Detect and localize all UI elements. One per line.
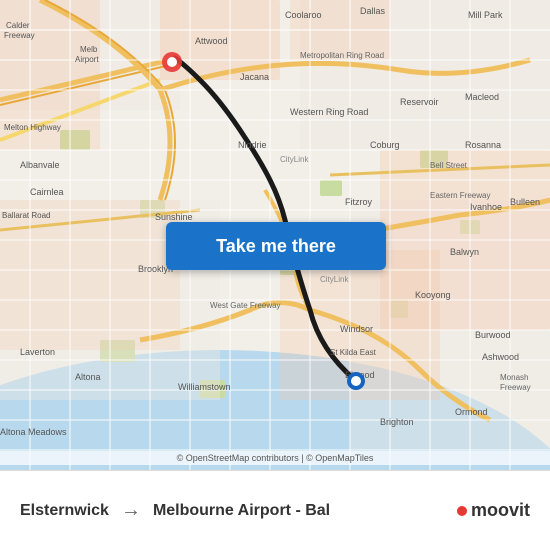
moovit-name: moovit bbox=[471, 500, 530, 521]
svg-text:West Gate Freeway: West Gate Freeway bbox=[210, 301, 281, 310]
svg-text:Jacana: Jacana bbox=[240, 72, 269, 82]
svg-text:Coburg: Coburg bbox=[370, 140, 400, 150]
route-arrow-icon: → bbox=[121, 499, 141, 522]
svg-text:Metropolitan Ring Road: Metropolitan Ring Road bbox=[300, 51, 384, 60]
svg-text:Western Ring Road: Western Ring Road bbox=[290, 107, 368, 117]
svg-text:Dallas: Dallas bbox=[360, 6, 386, 16]
svg-text:Monash: Monash bbox=[500, 373, 528, 382]
map-attribution: © OpenStreetMap contributors | © OpenMap… bbox=[0, 451, 550, 465]
svg-text:Bulleen: Bulleen bbox=[510, 197, 540, 207]
svg-text:Macleod: Macleod bbox=[465, 92, 499, 102]
moovit-dot-icon bbox=[457, 506, 467, 516]
svg-text:Sunshine: Sunshine bbox=[155, 212, 193, 222]
svg-text:Windsor: Windsor bbox=[340, 324, 373, 334]
map-area: Coolaroo Dallas Mill Park Attwood Metrop… bbox=[0, 0, 550, 470]
svg-text:Williamstown: Williamstown bbox=[178, 382, 231, 392]
svg-text:Freeway: Freeway bbox=[4, 31, 35, 40]
svg-text:Cairnlea: Cairnlea bbox=[30, 187, 64, 197]
svg-text:CityLink: CityLink bbox=[320, 275, 349, 284]
svg-text:Balwyn: Balwyn bbox=[450, 247, 479, 257]
svg-text:Niddrie: Niddrie bbox=[238, 140, 267, 150]
svg-text:Eastern Freeway: Eastern Freeway bbox=[430, 191, 490, 200]
svg-text:Melb: Melb bbox=[80, 45, 98, 54]
svg-text:Kooyong: Kooyong bbox=[415, 290, 451, 300]
app-container: Coolaroo Dallas Mill Park Attwood Metrop… bbox=[0, 0, 550, 550]
svg-text:Reservoir: Reservoir bbox=[400, 97, 439, 107]
svg-text:Mill Park: Mill Park bbox=[468, 10, 503, 20]
svg-text:St Kilda East: St Kilda East bbox=[330, 348, 377, 357]
svg-text:Albanvale: Albanvale bbox=[20, 160, 60, 170]
route-to: Melbourne Airport - Bal bbox=[153, 502, 330, 520]
take-me-there-button[interactable]: Take me there bbox=[166, 222, 386, 270]
svg-text:Ivanhoe: Ivanhoe bbox=[470, 202, 502, 212]
svg-text:Ormond: Ormond bbox=[455, 407, 488, 417]
svg-text:Rosanna: Rosanna bbox=[465, 140, 501, 150]
moovit-branding: moovit bbox=[457, 500, 530, 521]
svg-text:Bell Street: Bell Street bbox=[430, 161, 468, 170]
svg-text:Burwood: Burwood bbox=[475, 330, 511, 340]
svg-text:Coolaroo: Coolaroo bbox=[285, 10, 322, 20]
route-from: Elsternwick bbox=[20, 502, 109, 520]
svg-text:Ashwood: Ashwood bbox=[482, 352, 519, 362]
svg-text:Brighton: Brighton bbox=[380, 417, 414, 427]
svg-text:Freeway: Freeway bbox=[500, 383, 531, 392]
bottom-bar: Elsternwick → Melbourne Airport - Bal mo… bbox=[0, 470, 550, 550]
svg-text:Fitzroy: Fitzroy bbox=[345, 197, 373, 207]
svg-text:Attwood: Attwood bbox=[195, 36, 228, 46]
svg-text:Ballarat Road: Ballarat Road bbox=[2, 211, 50, 220]
svg-text:CityLink: CityLink bbox=[280, 155, 309, 164]
svg-text:Airport: Airport bbox=[75, 55, 99, 64]
svg-text:Calder: Calder bbox=[6, 21, 30, 30]
svg-text:Altona: Altona bbox=[75, 372, 101, 382]
svg-text:Laverton: Laverton bbox=[20, 347, 55, 357]
svg-text:Altona Meadows: Altona Meadows bbox=[0, 427, 67, 437]
svg-text:Melton Highway: Melton Highway bbox=[4, 123, 61, 132]
